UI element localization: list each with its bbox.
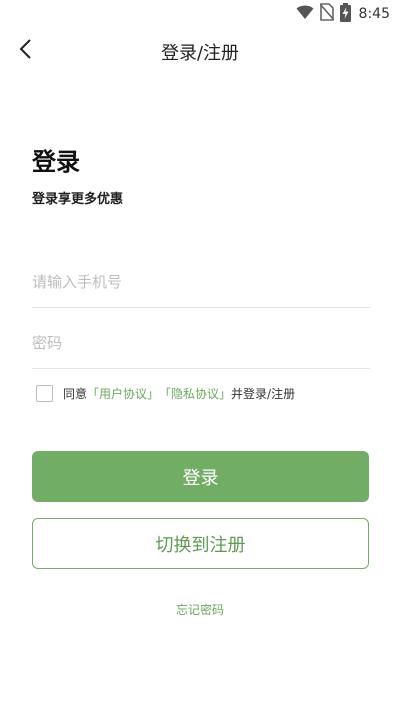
switch-to-register-button[interactable]: 切换到注册	[32, 518, 369, 569]
forgot-password-row: 忘记密码	[0, 601, 400, 618]
no-sim-icon	[318, 3, 335, 25]
phone-input[interactable]	[32, 269, 370, 295]
password-input[interactable]	[32, 330, 370, 356]
privacy-agreement-link[interactable]: 「隐私协议」	[159, 385, 231, 402]
forgot-password-link[interactable]: 忘记密码	[176, 603, 224, 617]
login-screen: 8:45 登录/注册 登录 登录享更多优惠 同意 「用户协议」 「隐私协议」 并…	[0, 0, 400, 711]
user-agreement-link[interactable]: 「用户协议」	[87, 385, 159, 402]
battery-charging-icon	[339, 2, 351, 26]
phone-field-container	[32, 257, 370, 308]
agreement-checkbox[interactable]	[36, 385, 53, 402]
status-bar: 8:45	[0, 0, 400, 28]
top-app-bar: 登录/注册	[0, 28, 400, 74]
wifi-icon	[296, 4, 314, 24]
login-button[interactable]: 登录	[32, 451, 369, 502]
password-field-container	[32, 318, 370, 369]
status-time: 8:45	[358, 6, 390, 22]
status-icons: 8:45	[296, 2, 390, 26]
agreement-suffix: 并登录/注册	[231, 387, 296, 401]
agreement-prefix: 同意	[63, 387, 88, 401]
agreement-row: 同意 「用户协议」 「隐私协议」 并登录/注册	[36, 385, 295, 402]
login-subheading: 登录享更多优惠	[32, 192, 124, 207]
page-title: 登录/注册	[160, 43, 240, 64]
login-heading: 登录	[32, 148, 80, 176]
